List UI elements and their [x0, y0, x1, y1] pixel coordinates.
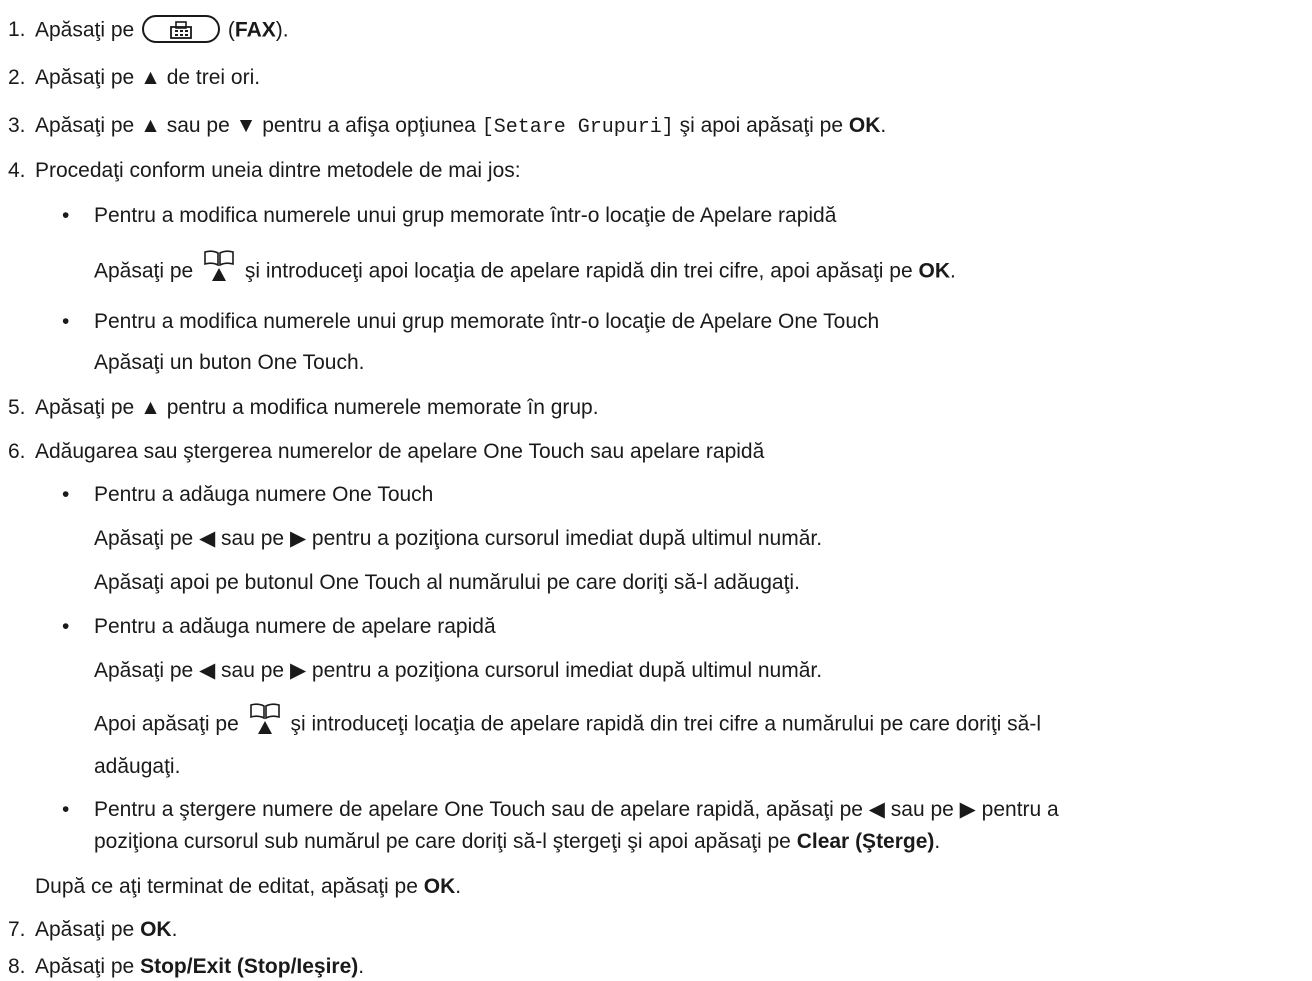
bullet: •: [62, 204, 70, 227]
step-4a-text: Pentru a modifica numerele unui grup mem…: [94, 204, 837, 227]
step-1-text: Apăsaţi pe (FAX).: [35, 15, 289, 45]
step-2-text: Apăsaţi pe ▲ de trei ori.: [35, 66, 261, 89]
step-6a-line-1: Apăsaţi pe ◀ sau pe ▶ pentru a poziţiona…: [94, 527, 823, 550]
ok-label: OK: [423, 875, 456, 898]
step-8-text: Apăsaţi pe Stop/Exit (Stop/Ieşire).: [35, 955, 365, 978]
bullet: •: [62, 798, 70, 821]
fax-button-icon: [142, 15, 221, 43]
step-6b-line-2: Apoi apăsaţi pe şi introduceţi locaţia d…: [94, 703, 1041, 742]
step-4a-detail: Apăsaţi pe şi introduceţi apoi locaţia d…: [94, 250, 956, 289]
clear-label: Clear (Şterge): [796, 830, 935, 853]
step-5-text: Apăsaţi pe ▲ pentru a modifica numerele …: [35, 396, 599, 419]
step-4b-text: Pentru a modifica numerele unui grup mem…: [94, 310, 880, 333]
menu-option: [Setare Grupuri]: [481, 116, 674, 139]
step-number: 4.: [8, 159, 26, 182]
stop-exit-label: Stop/Exit (Stop/Ieşire): [140, 955, 359, 978]
step-4-text: Procedaţi conform uneia dintre metodele …: [35, 159, 521, 182]
step-6b-line-1: Apăsaţi pe ◀ sau pe ▶ pentru a poziţiona…: [94, 659, 823, 682]
step-6b-line-3: adăugaţi.: [94, 755, 181, 778]
bullet: •: [62, 615, 70, 638]
step-number: 5.: [8, 396, 26, 419]
step-number: 3.: [8, 114, 26, 137]
step-1-pre: Apăsaţi pe: [35, 18, 135, 42]
address-book-icon: [247, 702, 283, 736]
step-6a-line-2: Apăsaţi apoi pe butonul One Touch al num…: [94, 571, 800, 594]
step-number: 2.: [8, 66, 26, 89]
step-6c-text: Pentru a ştergere numere de apelare One …: [94, 798, 1059, 821]
step-6-after: După ce aţi terminat de editat, apăsaţi …: [35, 875, 462, 898]
step-6b-text: Pentru a adăuga numere de apelare rapidă: [94, 615, 496, 638]
step-number: 6.: [8, 440, 26, 463]
step-3-text: Apăsaţi pe ▲ sau pe ▼ pentru a afişa opţ…: [35, 114, 887, 139]
step-4b-detail: Apăsaţi un buton One Touch.: [94, 351, 365, 374]
fax-icon: [170, 21, 192, 39]
step-number: 7.: [8, 918, 26, 941]
ok-label: OK: [918, 259, 951, 283]
step-6a-text: Pentru a adăuga numere One Touch: [94, 483, 434, 506]
address-book-icon: [201, 249, 237, 283]
step-7-text: Apăsaţi pe OK.: [35, 918, 178, 941]
ok-label: OK: [140, 918, 172, 941]
ok-label: OK: [848, 114, 881, 137]
fax-label: FAX: [234, 18, 276, 42]
bullet: •: [62, 310, 70, 333]
step-6-text: Adăugarea sau ştergerea numerelor de ape…: [35, 440, 765, 463]
step-number: 1.: [8, 18, 26, 41]
step-number: 8.: [8, 955, 26, 978]
bullet: •: [62, 483, 70, 506]
step-6c-line-2: poziţiona cursorul sub numărul pe care d…: [94, 830, 941, 853]
